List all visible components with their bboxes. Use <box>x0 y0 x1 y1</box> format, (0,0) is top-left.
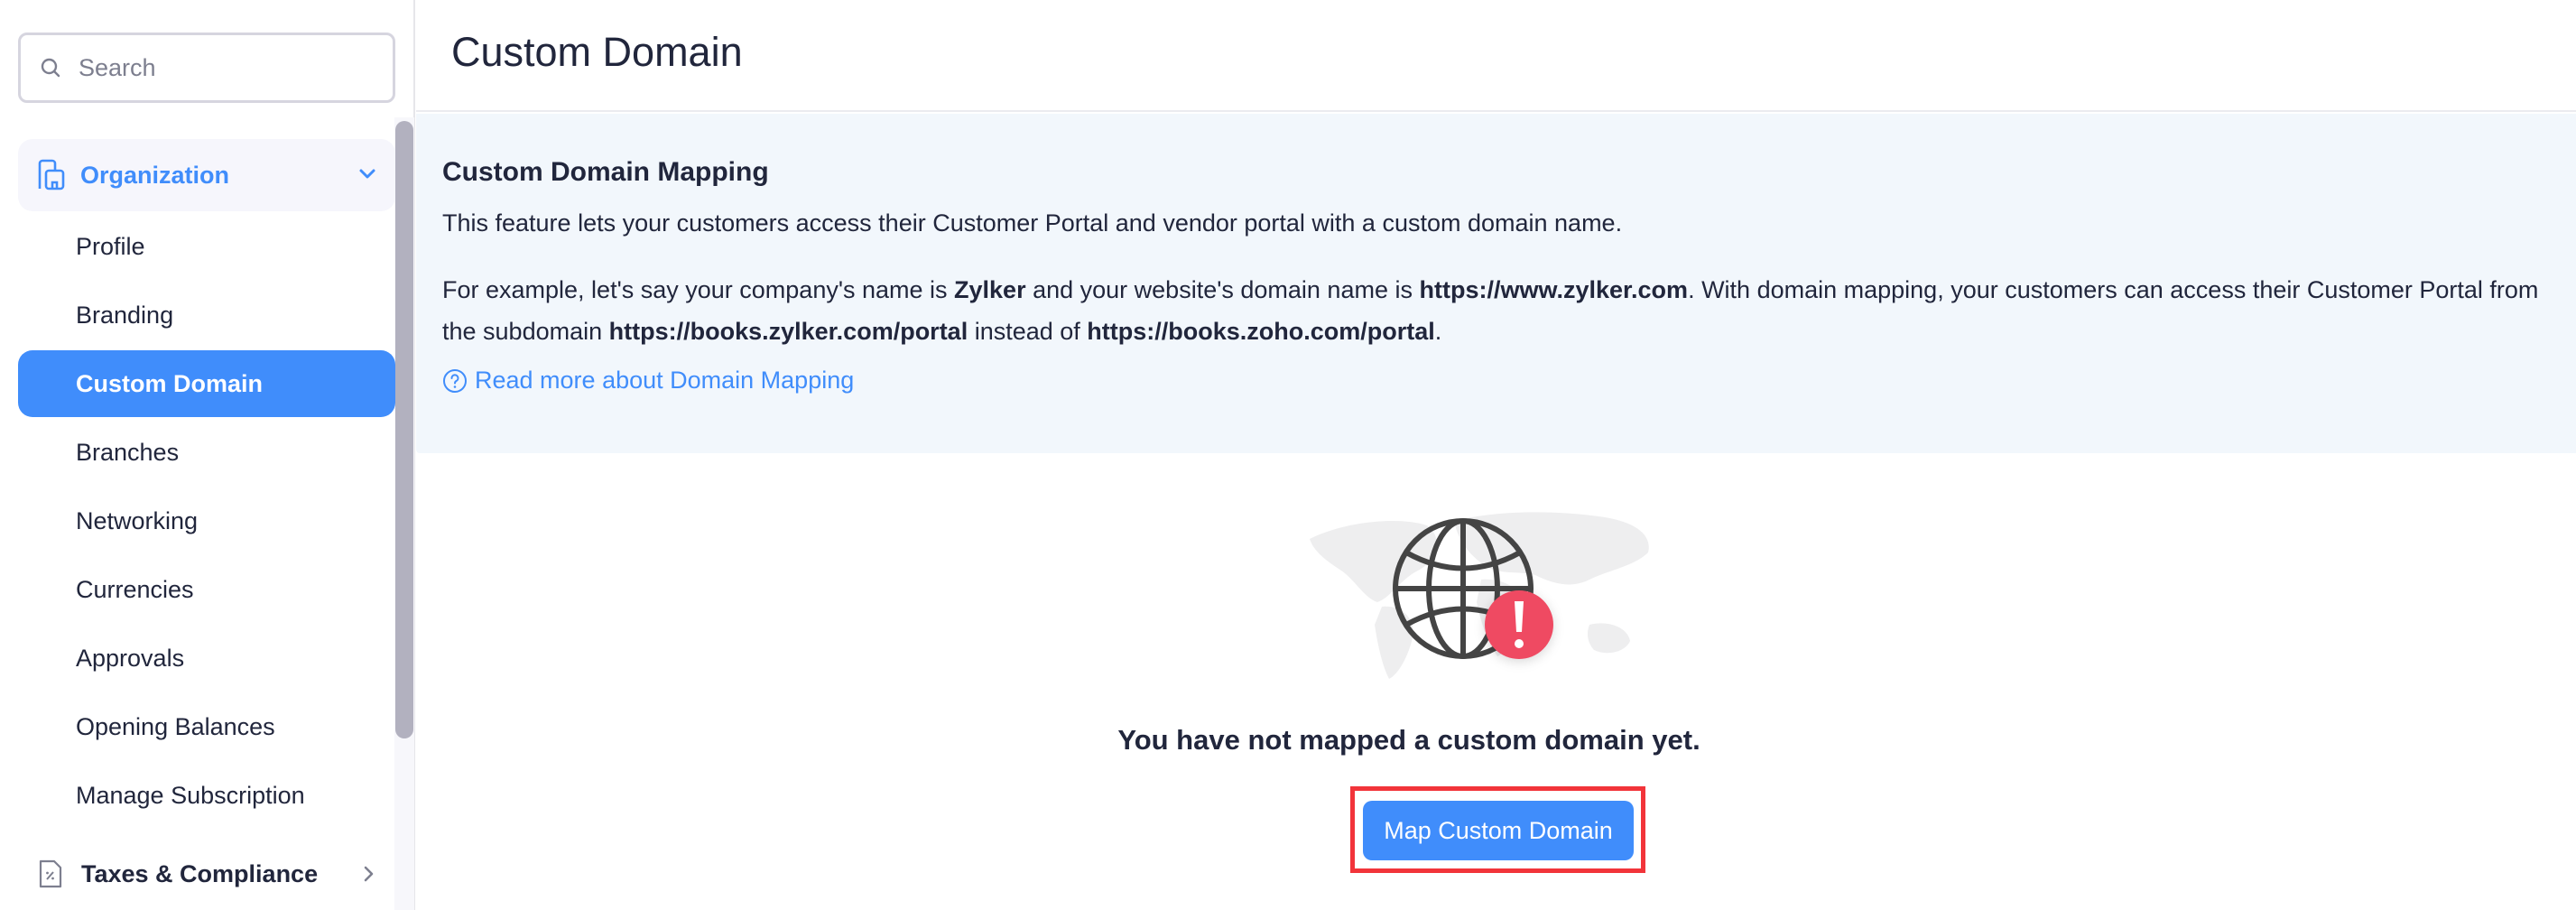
sidebar-item-label: Manage Subscription <box>76 781 305 809</box>
read-more-label: Read more about Domain Mapping <box>475 367 855 394</box>
sidebar-item-label: Profile <box>76 232 145 260</box>
building-icon <box>38 159 65 190</box>
search-box[interactable] <box>18 32 395 103</box>
example-subdomain: https://books.zylker.com/portal <box>608 318 968 345</box>
sidebar-item-currencies[interactable]: Currencies <box>18 556 395 623</box>
example-text: instead of <box>968 318 1088 345</box>
page-header: Custom Domain <box>416 0 2576 112</box>
read-more-link[interactable]: Read more about Domain Mapping <box>442 367 854 395</box>
sidebar-group-label: Taxes & Compliance <box>81 859 319 887</box>
sidebar-scrollbar-thumb[interactable] <box>395 121 413 738</box>
sidebar-item-custom-domain[interactable]: Custom Domain <box>18 350 395 417</box>
main-content: Custom Domain Custom Domain Mapping This… <box>416 0 2576 910</box>
example-website: https://www.zylker.com <box>1419 276 1689 303</box>
example-company: Zylker <box>954 276 1026 303</box>
sidebar-item-label: Networking <box>76 506 199 534</box>
sidebar-group-label: Organization <box>80 161 230 189</box>
info-panel: Custom Domain Mapping This feature lets … <box>416 114 2576 453</box>
globe-warning-icon <box>1310 512 1649 679</box>
chevron-right-icon <box>364 866 374 882</box>
search-input[interactable] <box>79 53 367 82</box>
info-example: For example, let's say your company's na… <box>442 269 2554 352</box>
info-heading: Custom Domain Mapping <box>442 157 769 187</box>
example-text: For example, let's say your company's na… <box>442 276 955 303</box>
sidebar-group-taxes-compliance[interactable]: Taxes & Compliance <box>18 840 395 908</box>
sidebar-item-manage-subscription[interactable]: Manage Subscription <box>18 762 395 829</box>
sidebar-item-label: Custom Domain <box>76 369 264 397</box>
tax-document-icon <box>39 859 62 888</box>
sidebar-item-label: Branding <box>76 301 174 329</box>
settings-sidebar: Organization Profile Branding Custom Dom… <box>0 0 415 910</box>
info-description: This feature lets your customers access … <box>442 209 1623 237</box>
search-icon <box>39 56 62 79</box>
help-circle-icon <box>443 368 467 393</box>
sidebar-item-label: Currencies <box>76 575 194 603</box>
sidebar-item-opening-balances[interactable]: Opening Balances <box>18 693 395 760</box>
example-text: . <box>1434 318 1442 345</box>
sidebar-item-label: Opening Balances <box>76 712 275 740</box>
sidebar-item-networking[interactable]: Networking <box>18 488 395 554</box>
sidebar-group-organization[interactable]: Organization <box>18 139 395 211</box>
sidebar-item-branches[interactable]: Branches <box>18 419 395 486</box>
chevron-down-icon <box>359 169 375 179</box>
map-custom-domain-button[interactable]: Map Custom Domain <box>1363 801 1634 860</box>
page-title: Custom Domain <box>451 29 743 75</box>
empty-state-message: You have not mapped a custom domain yet. <box>1117 724 1700 756</box>
sidebar-item-label: Branches <box>76 438 180 466</box>
example-text: and your website's domain name is <box>1025 276 1420 303</box>
sidebar-item-branding[interactable]: Branding <box>18 282 395 348</box>
sidebar-item-approvals[interactable]: Approvals <box>18 625 395 692</box>
empty-state: You have not mapped a custom domain yet.… <box>416 453 2576 910</box>
sidebar-item-label: Approvals <box>76 644 185 672</box>
example-default-url: https://books.zoho.com/portal <box>1087 318 1435 345</box>
sidebar-item-profile[interactable]: Profile <box>18 213 395 280</box>
